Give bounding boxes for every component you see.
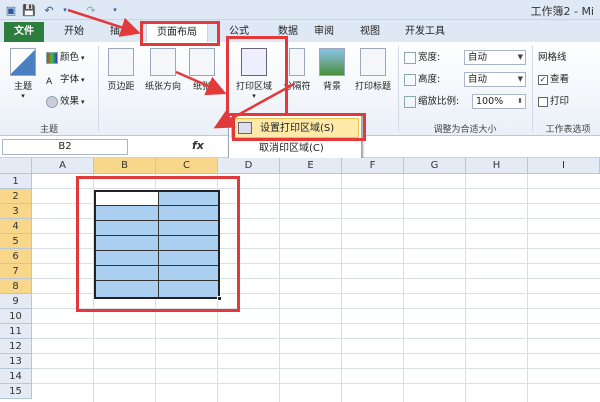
row-header[interactable]: 13 bbox=[0, 354, 32, 369]
clear-print-area-item[interactable]: 取消印区域(C) bbox=[231, 139, 359, 159]
group-label-sheet-options: 工作表选项 bbox=[545, 125, 591, 135]
ribbon-tabs: 文件 开始 插入 页面布局 公式 数据 审阅 视图 开发工具 bbox=[0, 20, 600, 42]
window-title: 工作簿2 - Mi bbox=[530, 5, 594, 18]
row-header[interactable]: 5 bbox=[0, 234, 32, 249]
margins-button[interactable]: 页边距 bbox=[102, 48, 140, 92]
height-dropdown[interactable]: 自动 ▼ bbox=[464, 72, 526, 87]
print-gridlines-checkbox[interactable]: 打印 bbox=[538, 94, 569, 110]
tab-developer[interactable]: 开发工具 bbox=[400, 23, 450, 42]
group-label-themes: 主题 bbox=[39, 125, 58, 135]
gridline bbox=[527, 174, 528, 402]
column-header[interactable]: A bbox=[32, 158, 94, 174]
group-separator bbox=[398, 46, 399, 132]
tab-review[interactable]: 审阅 bbox=[304, 23, 344, 42]
width-dropdown[interactable]: 自动 ▼ bbox=[464, 50, 526, 65]
redo-icon[interactable]: ↷ bbox=[84, 3, 98, 17]
print-titles-icon bbox=[360, 48, 386, 76]
orientation-button[interactable]: 纸张方向 bbox=[140, 48, 186, 92]
column-header[interactable]: H bbox=[466, 158, 528, 174]
group-label-scale: 调整为合适大小 bbox=[433, 125, 497, 135]
themes-icon bbox=[10, 48, 36, 76]
tab-file[interactable]: 文件 bbox=[4, 22, 44, 42]
zoom-label: 缩放比例: bbox=[404, 94, 459, 110]
row-header[interactable]: 14 bbox=[0, 369, 32, 384]
row-header[interactable]: 11 bbox=[0, 324, 32, 339]
chevron-down-icon: ▼ bbox=[517, 75, 523, 83]
theme-effects-button[interactable]: 效果 ▾ bbox=[46, 94, 85, 110]
row-header[interactable]: 1 bbox=[0, 174, 32, 189]
gridline bbox=[403, 174, 404, 402]
row-header[interactable]: 6 bbox=[0, 249, 32, 264]
undo-icon[interactable]: ↶ bbox=[42, 3, 56, 17]
insert-function-icon[interactable]: fx bbox=[192, 139, 204, 152]
orientation-icon bbox=[150, 48, 176, 76]
title-bar: ▣ 💾 ↶ ▾ ↷ ▾ 工作簿2 - Mi bbox=[0, 0, 600, 20]
row-header[interactable]: 7 bbox=[0, 264, 32, 279]
color-palette-icon bbox=[46, 52, 58, 64]
paper-size-icon bbox=[189, 48, 215, 76]
width-label: 宽度: bbox=[404, 50, 440, 66]
row-header[interactable]: 4 bbox=[0, 219, 32, 234]
tab-view[interactable]: 视图 bbox=[350, 23, 390, 42]
checkbox-checked-icon: ✓ bbox=[538, 75, 548, 85]
gridline bbox=[32, 383, 600, 384]
row-header[interactable]: 8 bbox=[0, 279, 32, 294]
gridline bbox=[32, 368, 600, 369]
gridlines-label: 网格线 bbox=[538, 52, 567, 63]
column-header[interactable]: E bbox=[280, 158, 342, 174]
column-header[interactable]: B bbox=[94, 158, 156, 174]
checkbox-empty-icon bbox=[538, 97, 548, 107]
annotation-box-range bbox=[76, 176, 240, 312]
annotation-box-menu bbox=[232, 113, 366, 141]
view-gridlines-checkbox[interactable]: ✓ 查看 bbox=[538, 72, 569, 88]
theme-fonts-button[interactable]: A 字体 ▾ bbox=[46, 72, 85, 88]
tab-insert[interactable]: 插入 bbox=[102, 23, 138, 42]
excel-logo-icon: ▣ bbox=[5, 3, 17, 17]
gridline bbox=[341, 174, 342, 402]
row-header[interactable]: 15 bbox=[0, 384, 32, 399]
height-icon bbox=[404, 74, 416, 86]
breaks-icon bbox=[289, 48, 305, 76]
print-titles-button[interactable]: 打印标题 bbox=[350, 48, 396, 92]
margins-icon bbox=[108, 48, 134, 76]
size-button[interactable]: 纸张 bbox=[186, 48, 218, 92]
gridline bbox=[32, 338, 600, 339]
zoom-stepper[interactable]: 100% ⬍ bbox=[472, 94, 526, 109]
gridline bbox=[32, 323, 600, 324]
width-icon bbox=[404, 52, 416, 64]
save-icon[interactable]: 💾 bbox=[22, 3, 36, 17]
annotation-box-tab bbox=[140, 21, 220, 46]
height-label: 高度: bbox=[404, 72, 440, 88]
group-separator bbox=[532, 46, 533, 132]
row-header[interactable]: 10 bbox=[0, 309, 32, 324]
column-header[interactable]: D bbox=[218, 158, 280, 174]
zoom-icon bbox=[404, 96, 416, 108]
effects-icon bbox=[46, 96, 58, 108]
group-separator bbox=[98, 46, 99, 132]
font-icon: A bbox=[46, 77, 53, 87]
customize-toolbar-icon[interactable]: ▾ bbox=[108, 3, 122, 17]
row-header[interactable]: 3 bbox=[0, 204, 32, 219]
theme-colors-button[interactable]: 颜色 ▾ bbox=[46, 50, 85, 66]
chevron-down-icon: ▼ bbox=[517, 53, 523, 61]
gridline bbox=[279, 174, 280, 402]
column-header[interactable]: G bbox=[404, 158, 466, 174]
select-all-corner[interactable] bbox=[0, 158, 32, 174]
row-header[interactable]: 2 bbox=[0, 189, 32, 204]
column-header[interactable]: F bbox=[342, 158, 404, 174]
column-header[interactable]: I bbox=[528, 158, 600, 174]
background-button[interactable]: 背景 bbox=[316, 48, 348, 92]
gridline bbox=[465, 174, 466, 402]
column-header[interactable]: C bbox=[156, 158, 218, 174]
tab-home[interactable]: 开始 bbox=[54, 23, 94, 42]
themes-button[interactable]: 主题 ▾ bbox=[6, 48, 40, 100]
row-header[interactable]: 12 bbox=[0, 339, 32, 354]
gridline bbox=[32, 353, 600, 354]
annotation-box-print-area bbox=[226, 36, 288, 116]
spinner-icon: ⬍ bbox=[517, 97, 523, 105]
name-box[interactable]: B2 bbox=[2, 139, 128, 155]
undo-dropdown-icon[interactable]: ▾ bbox=[58, 3, 72, 17]
row-header[interactable]: 9 bbox=[0, 294, 32, 309]
background-image-icon bbox=[319, 48, 345, 76]
